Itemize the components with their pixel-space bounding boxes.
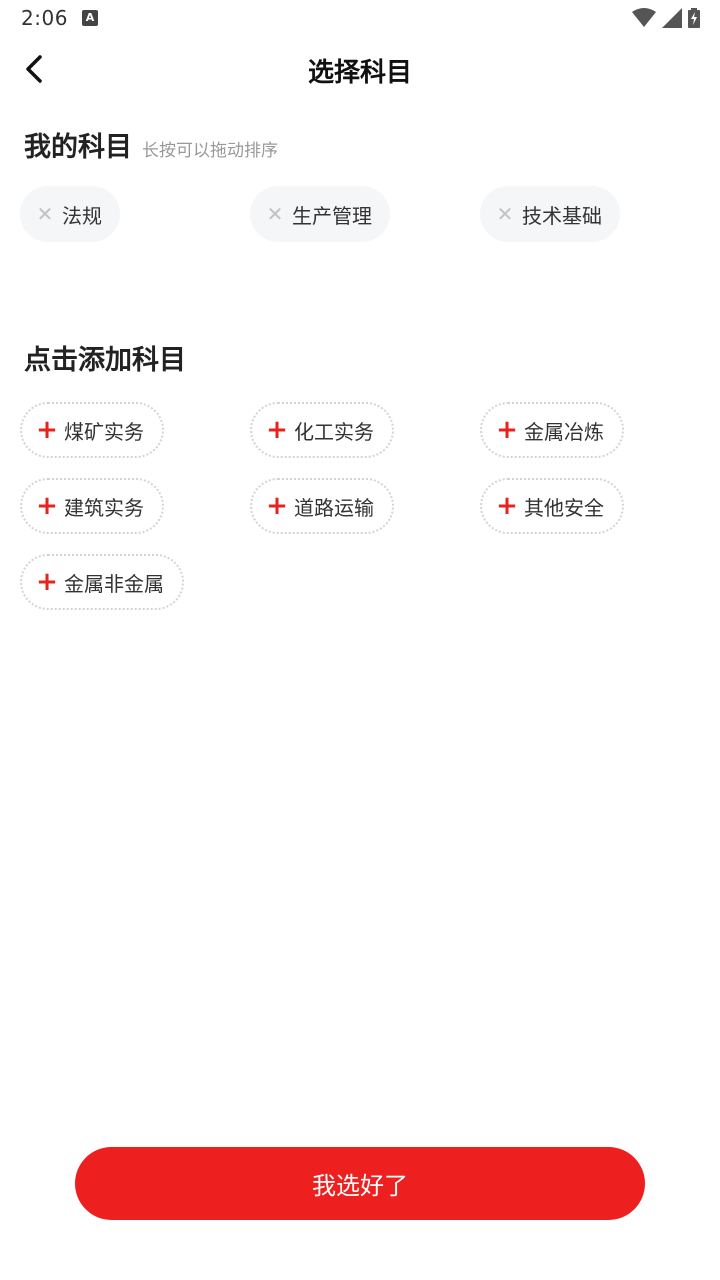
subject-label: 金属非金属 [64,571,164,596]
available-subject-chip[interactable]: + 金属非金属 [20,554,184,610]
subject-label: 其他安全 [524,495,604,520]
plus-icon: + [266,491,288,521]
subject-label: 建筑实务 [64,495,144,520]
add-subjects-title: 点击添加科目 [24,345,186,376]
selected-subject-chip[interactable]: ✕ 生产管理 [250,186,390,242]
subject-label: 法规 [62,203,102,228]
confirm-button[interactable]: 我选好了 [75,1147,645,1220]
wifi-icon [632,8,656,27]
status-icons [632,8,700,28]
status-time: 2:06 [21,6,68,30]
a-square-icon: A [82,10,98,26]
page-title: 选择科目 [307,58,412,88]
subject-label: 技术基础 [522,203,602,228]
nav-bar: 选择科目 [0,36,720,102]
plus-icon: + [496,415,518,445]
subject-label: 金属冶炼 [524,419,604,444]
plus-icon: + [36,567,58,597]
subject-label: 化工实务 [294,419,374,444]
battery-charging-icon [688,8,700,28]
subject-label: 道路运输 [294,495,374,520]
available-subject-chip[interactable]: + 道路运输 [250,478,394,534]
status-bar: 2:06 A [0,0,720,36]
available-subject-chip[interactable]: + 化工实务 [250,402,394,458]
my-subjects-header: 我的科目 长按可以拖动排序 [24,125,278,164]
cellular-signal-icon [662,8,682,28]
selected-subject-chip[interactable]: ✕ 法规 [20,186,120,242]
selected-subject-chip[interactable]: ✕ 技术基础 [480,186,620,242]
plus-icon: + [266,415,288,445]
close-icon[interactable]: ✕ [36,204,54,224]
available-subject-chip[interactable]: + 其他安全 [480,478,624,534]
available-subject-chip[interactable]: + 建筑实务 [20,478,164,534]
drag-sort-hint: 长按可以拖动排序 [142,141,278,161]
subject-label: 生产管理 [292,203,372,228]
close-icon[interactable]: ✕ [266,204,284,224]
plus-icon: + [36,491,58,521]
subject-label: 煤矿实务 [64,419,144,444]
my-subjects-title: 我的科目 [24,132,132,163]
plus-icon: + [496,491,518,521]
add-subjects-header: 点击添加科目 [24,338,186,377]
available-subject-chip[interactable]: + 煤矿实务 [20,402,164,458]
close-icon[interactable]: ✕ [496,204,514,224]
plus-icon: + [36,415,58,445]
available-subject-chip[interactable]: + 金属冶炼 [480,402,624,458]
